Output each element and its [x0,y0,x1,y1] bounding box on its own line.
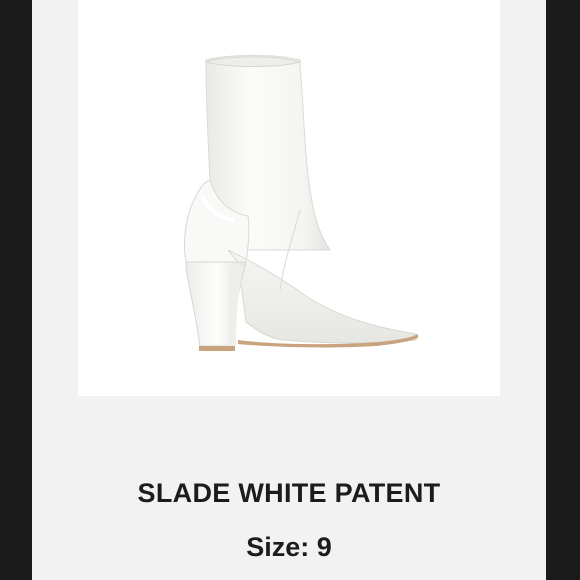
left-margin-bar [0,0,32,580]
size-label: Size: [246,532,310,562]
listing-frame: SLADE WHITE PATENT Size: 9 [0,0,580,580]
product-title: SLADE WHITE PATENT [137,478,441,508]
product-photo[interactable] [78,0,500,396]
right-margin-bar [546,0,580,580]
size-value: 9 [316,532,332,562]
white-boot-icon [183,55,418,351]
product-card[interactable]: SLADE WHITE PATENT Size: 9 [32,0,546,580]
size-info: Size: 9 [32,532,546,563]
